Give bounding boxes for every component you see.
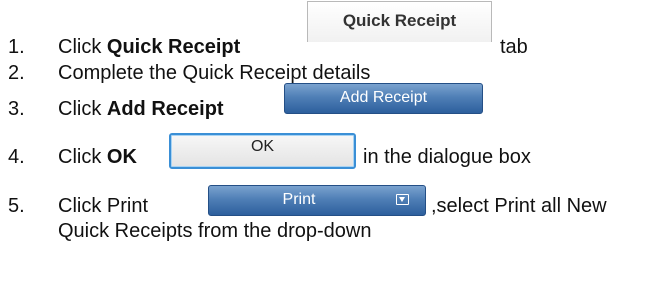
step-1-text: Click Quick Receipt <box>58 35 240 59</box>
step-2-text: Complete the Quick Receipt details <box>58 62 371 84</box>
step-3-text: Click Add Receipt <box>58 97 224 121</box>
step-5-prefix: Click Print <box>58 195 149 217</box>
step-4-prefix: Click <box>58 146 107 168</box>
ok-button[interactable]: OK <box>169 133 356 169</box>
dropdown-arrow-icon <box>396 194 409 205</box>
add-receipt-button[interactable]: Add Receipt <box>284 83 483 114</box>
step-5-continuation: Quick Receipts from the drop-down <box>58 220 372 242</box>
print-dropdown-button[interactable]: Print <box>208 185 426 216</box>
step-5-suffix: ,select Print all New <box>431 195 607 217</box>
step-2-number: 2. <box>8 62 25 84</box>
step-3-number: 3. <box>8 98 25 120</box>
step-3-bold: Add Receipt <box>106 98 224 120</box>
step-1-prefix: Click <box>58 36 107 58</box>
step-4-number: 4. <box>8 146 25 168</box>
step-4-text: Click OK <box>58 145 137 169</box>
step-1-bold: Quick Receipt <box>106 36 241 58</box>
step-5-number: 5. <box>8 195 25 217</box>
step-3-prefix: Click <box>58 98 107 120</box>
step-4-suffix: in the dialogue box <box>363 146 531 168</box>
step-4-bold: OK <box>106 146 137 168</box>
quick-receipt-tab[interactable]: Quick Receipt <box>307 1 492 42</box>
print-button-label: Print <box>282 191 316 208</box>
step-1-suffix: tab <box>500 36 528 58</box>
step-1-number: 1. <box>8 36 25 58</box>
